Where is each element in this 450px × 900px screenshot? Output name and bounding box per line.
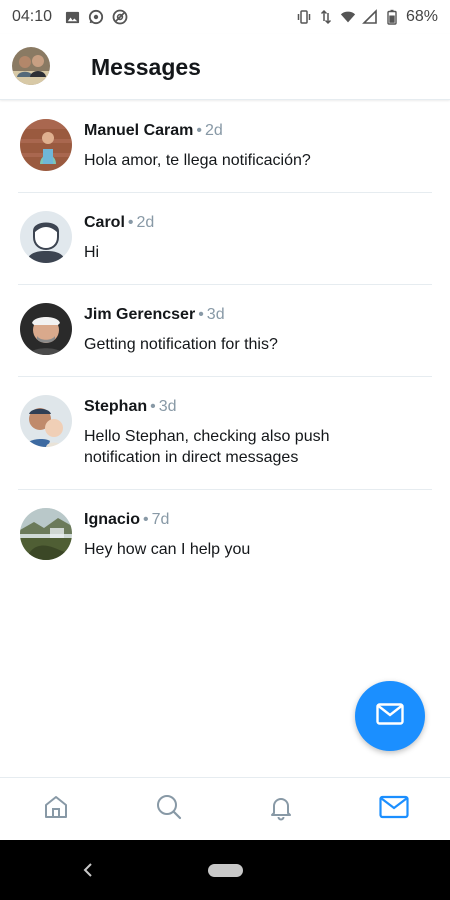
sender-name: Stephan	[84, 398, 148, 415]
message-time: 2d	[136, 214, 155, 231]
app-header: Messages	[0, 34, 450, 100]
image-icon	[64, 9, 80, 25]
message-time: 3d	[158, 398, 177, 415]
notification-icons	[64, 9, 128, 25]
sender-name: Ignacio	[84, 511, 141, 528]
page-title: Messages	[91, 54, 201, 80]
separator-dot: •	[143, 511, 149, 528]
message-preview: Hello Stephan, checking also push notifi…	[84, 428, 330, 466]
search-icon	[155, 793, 183, 826]
data-arrows-icon	[318, 9, 334, 25]
status-time: 04:10	[12, 8, 53, 25]
battery-icon	[384, 9, 400, 25]
message-preview: Hi	[84, 244, 100, 261]
conversation-row[interactable]: Carol • 2d Hi	[0, 193, 450, 285]
signal-icon	[362, 9, 378, 25]
new-message-button[interactable]	[355, 681, 425, 751]
message-preview: Hola amor, te llega notificación?	[84, 152, 311, 169]
vibrate-icon	[296, 9, 312, 25]
message-preview: Hey how can I help you	[84, 541, 251, 558]
message-preview: Getting notification for this?	[84, 336, 278, 353]
nav-home[interactable]	[0, 778, 113, 840]
default-avatar	[20, 211, 72, 263]
home-pill[interactable]	[208, 864, 243, 877]
message-time: 2d	[204, 122, 223, 139]
sender-name: Manuel Caram	[84, 122, 194, 139]
at-sign-icon	[112, 9, 128, 25]
mail-icon	[376, 702, 404, 730]
conversation-row[interactable]: Ignacio • 7d Hey how can I help you	[0, 490, 450, 582]
separator-dot: •	[127, 214, 134, 231]
conversation-row[interactable]: Manuel Caram • 2d Hola amor, te llega noti…	[0, 101, 450, 193]
message-time: 3d	[206, 306, 225, 323]
mail-icon	[379, 795, 409, 824]
separator-dot: •	[196, 122, 202, 139]
sender-name: Carol	[84, 214, 125, 231]
back-icon[interactable]	[80, 860, 96, 880]
system-icons: 68%	[296, 8, 438, 26]
bell-icon	[267, 793, 295, 826]
sender-name: Jim Gerencser	[84, 306, 196, 323]
avatar	[20, 303, 72, 355]
message-time: 7d	[151, 511, 170, 528]
separator-dot: •	[150, 398, 156, 415]
avatar	[20, 395, 72, 447]
conversation-row[interactable]: Jim Gerencser • 3d Getting notification fo…	[0, 285, 450, 377]
avatar	[20, 508, 72, 560]
nav-search[interactable]	[113, 778, 226, 840]
wifi-icon	[340, 9, 356, 25]
whatsapp-icon	[88, 9, 104, 25]
avatar	[20, 119, 72, 171]
system-nav-bar	[0, 840, 450, 900]
bottom-nav	[0, 777, 450, 840]
home-icon	[42, 793, 70, 826]
battery-percentage: 68%	[405, 8, 438, 25]
nav-messages[interactable]	[338, 778, 450, 840]
conversation-row[interactable]: Stephan • 3d Hello Stephan, checking also …	[0, 377, 450, 490]
conversation-list: Manuel Caram • 2d Hola amor, te llega noti…	[0, 101, 450, 582]
profile-avatar[interactable]	[12, 47, 50, 85]
separator-dot: •	[198, 306, 204, 323]
status-bar: 04:10 68%	[0, 0, 450, 34]
nav-notifications[interactable]	[225, 778, 338, 840]
